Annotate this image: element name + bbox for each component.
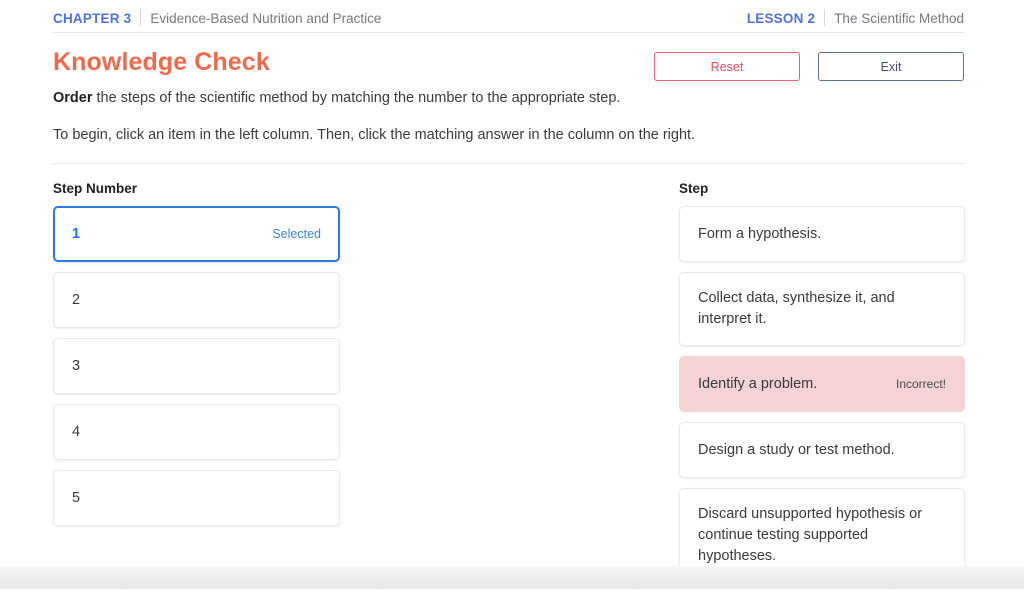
page-title: Knowledge Check [53,48,270,76]
step-number-item-4[interactable]: 4 [53,404,340,460]
action-buttons: Reset Exit [654,52,964,81]
step-number-label: 5 [72,489,81,506]
lesson-title: The Scientific Method [834,11,964,26]
step-label: Form a hypothesis. [698,225,822,242]
lesson-label: LESSON 2 [746,11,816,26]
step-number-item-1[interactable]: 1 Selected [53,206,340,262]
step-number-label: 1 [72,225,81,242]
breadcrumb-divider [824,9,826,26]
breadcrumb-chapter: CHAPTER 3 Evidence-Based Nutrition and P… [53,6,381,26]
instruction-line-1-rest: the steps of the scientific method by ma… [92,90,621,106]
instruction-line-2: To begin, click an item in the left colu… [53,127,696,143]
step-number-label: 4 [72,423,81,440]
knowledge-check-page: CHAPTER 3 Evidence-Based Nutrition and P… [0,0,1024,583]
step-number-label: 3 [72,357,81,374]
step-heading: Step [679,181,709,196]
step-number-label: 2 [72,291,81,308]
instructions: Order the steps of the scientific method… [53,88,964,146]
incorrect-badge: Incorrect! [895,377,946,391]
breadcrumb: CHAPTER 3 Evidence-Based Nutrition and P… [53,0,964,33]
step-item-3[interactable]: Identify a problem. Incorrect! [679,356,965,412]
instruction-keyword: Order [53,90,93,106]
step-number-item-3[interactable]: 3 [53,338,340,394]
title-row: Knowledge Check Reset Exit [53,47,964,87]
step-label: Collect data, synthesize it, and interpr… [698,290,895,327]
selected-badge: Selected [272,227,321,241]
step-number-item-5[interactable]: 5 [53,470,340,526]
instruction-line-1: Order the steps of the scientific method… [53,88,964,109]
step-item-2[interactable]: Collect data, synthesize it, and interpr… [679,272,965,346]
step-number-item-2[interactable]: 2 [53,272,340,328]
browser-bottom-bar [0,566,1024,589]
step-column: Step Form a hypothesis. Collect data, sy… [679,181,965,593]
exit-button[interactable]: Exit [818,52,964,81]
step-label: Identify a problem. [698,375,818,392]
step-number-heading: Step Number [53,181,138,196]
reset-button[interactable]: Reset [654,52,800,81]
breadcrumb-divider [140,9,142,26]
chapter-label: CHAPTER 3 [53,11,132,26]
step-label: Design a study or test method. [698,441,895,458]
step-item-4[interactable]: Design a study or test method. [679,422,965,478]
breadcrumb-lesson: LESSON 2 The Scientific Method [747,6,964,26]
step-number-column: Step Number 1 Selected 2 3 4 5 [53,181,340,536]
chapter-title: Evidence-Based Nutrition and Practice [150,11,382,26]
section-divider [53,163,964,164]
step-item-1[interactable]: Form a hypothesis. [679,206,965,262]
step-label: Discard unsupported hypothesis or contin… [698,506,923,564]
